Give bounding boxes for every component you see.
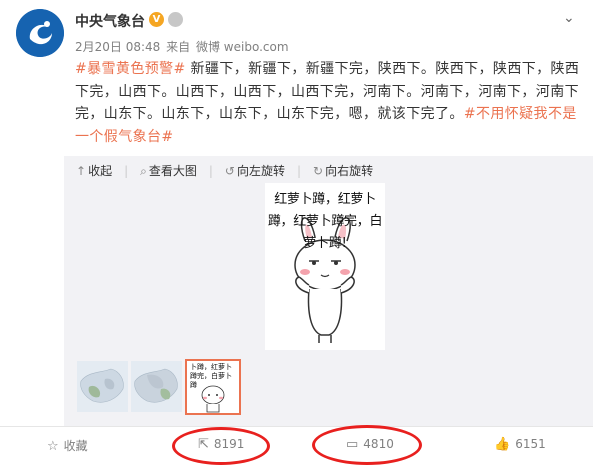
favorite-button[interactable]: ☆ 收藏 <box>47 437 88 454</box>
divider: | <box>208 164 213 178</box>
image-caption: 红萝卜蹲，红萝卜蹲，红萝卜蹲完，白萝卜蹲! <box>267 192 383 251</box>
source-prefix: 来自 <box>166 40 191 54</box>
rotate-right-button[interactable]: ↻ 向右旋转 <box>313 162 373 179</box>
like-button[interactable]: 👍 6151 <box>494 437 546 452</box>
post-meta: 2月20日 08:48 来自 微博 weibo.com <box>75 38 289 55</box>
weather-logo-icon <box>16 9 64 57</box>
verified-badge-icon: V <box>149 12 164 27</box>
post-source[interactable]: 微博 weibo.com <box>196 40 289 54</box>
annotation-circle-reposts <box>172 427 270 465</box>
post-body: #暴雪黄色预警# 新疆下，新疆下，新疆下完，陕西下。陕西下，陕西下，陕西下完，山… <box>75 58 580 148</box>
map-thumbnail-icon <box>131 361 182 412</box>
rotate-left-icon: ↺ <box>224 164 235 178</box>
map-thumbnail-icon <box>77 361 128 412</box>
username[interactable]: 中央气象台 <box>75 11 145 31</box>
annotation-circle-comments <box>312 425 422 465</box>
rotate-right-icon: ↻ <box>313 164 324 178</box>
thumbnail-1[interactable] <box>77 361 128 412</box>
divider: | <box>297 164 302 178</box>
view-large-button[interactable]: ⌕ 查看大图 <box>140 162 197 179</box>
thumbnail-2[interactable] <box>131 361 182 412</box>
divider: | <box>124 164 129 178</box>
thumbs-up-icon: 👍 <box>494 437 511 452</box>
collapse-button[interactable]: ↑ 收起 <box>76 162 112 179</box>
rabbit-thumbnail-icon <box>201 385 225 413</box>
post-image[interactable]: 红萝卜蹲，红萝卜蹲，红萝卜蹲完，白萝卜蹲! <box>265 183 385 350</box>
image-toolbar: ↑ 收起 | ⌕ 查看大图 | ↺ 向左旋转 | ↻ 向右旋转 <box>76 162 385 179</box>
chevron-down-icon[interactable]: ⌄ <box>563 10 575 26</box>
post-date[interactable]: 2月20日 08:48 <box>75 40 160 54</box>
avatar[interactable] <box>16 9 64 57</box>
action-bar: ☆ 收藏 ⇱ 8191 ▭ 4810 👍 6151 <box>0 426 593 464</box>
topic-tag[interactable]: #暴雪黄色预警# <box>75 61 186 77</box>
thumbnail-3[interactable]: 卜蹲，红萝卜蹲完，白萝卜蹲 <box>185 359 241 415</box>
star-icon: ☆ <box>47 439 59 454</box>
magnify-icon: ⌕ <box>140 164 147 178</box>
rotate-left-button[interactable]: ↺ 向左旋转 <box>225 162 285 179</box>
arrow-up-icon: ↑ <box>76 164 87 178</box>
member-icon <box>168 12 183 27</box>
